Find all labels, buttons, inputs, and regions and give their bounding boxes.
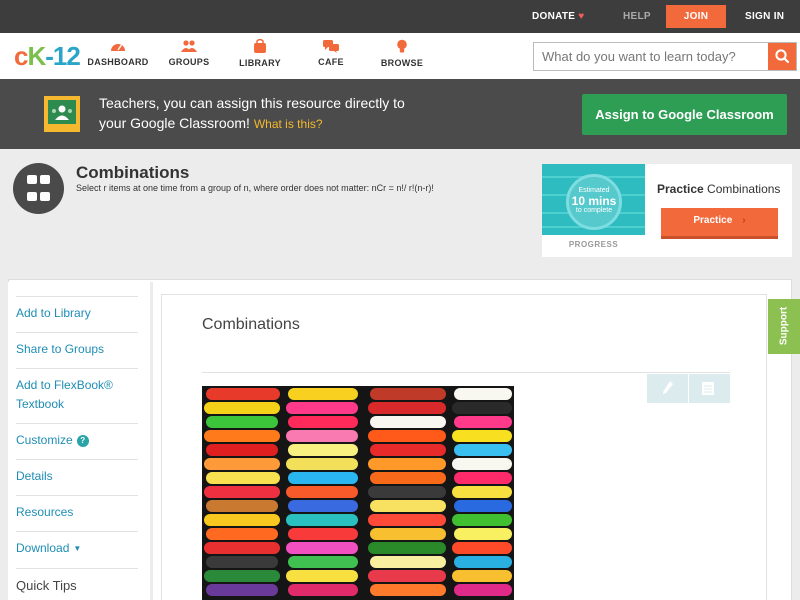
bangles-photo [202,386,514,600]
assign-to-google-classroom-button[interactable]: Assign to Google Classroom [582,94,787,135]
main-nav: cK-12 DASHBOARD GROUPS LIBRARY CAFE BROW… [0,33,800,79]
concept-description: Select r items at one time from a group … [76,183,434,193]
resources-link[interactable]: Resources [16,495,138,522]
people-icon [181,40,197,52]
page-title: Combinations [76,163,190,182]
nav-library[interactable]: LIBRARY [225,39,295,68]
customize-link[interactable]: Customize? [16,423,138,450]
bag-icon [254,39,266,53]
progress-label: PROGRESS [568,240,619,249]
join-button[interactable]: JOIN [666,5,726,28]
ck12-logo[interactable]: cK-12 [14,43,81,69]
lightbulb-icon [397,39,407,53]
content-tools [647,374,730,403]
search-button[interactable] [768,43,796,70]
chevron-right-icon: › [742,215,746,226]
donate-link[interactable]: DONATE ♥ [532,0,585,33]
details-link[interactable]: Details [16,459,138,486]
chat-icon [323,40,339,53]
pencil-icon[interactable] [661,380,675,401]
content-title: Combinations [202,316,300,333]
notes-icon[interactable] [701,381,715,401]
concept-icon [13,163,64,214]
search-input[interactable] [534,43,768,70]
heart-icon: ♥ [578,11,585,22]
search-icon [775,49,790,64]
google-classroom-icon [44,96,80,132]
quick-tips-heading: Quick Tips [16,568,138,595]
gauge-icon [111,44,125,51]
help-link[interactable]: HELP [623,0,651,33]
nav-dashboard[interactable]: DASHBOARD [83,39,153,67]
sidebar: Add to Library Share to Groups Add to Fl… [8,282,150,600]
download-link[interactable]: Download ▼ [16,531,138,558]
search-bar [533,42,797,71]
help-icon: ? [76,435,89,447]
nav-browse[interactable]: BROWSE [367,39,437,68]
add-to-library-link[interactable]: Add to Library [16,296,138,323]
nav-cafe[interactable]: CAFE [296,39,366,67]
google-classroom-banner: Teachers, you can assign this resource d… [0,79,800,149]
estimated-time-circle: Estimated 10 mins to complete [566,174,622,230]
caret-down-icon: ▼ [73,544,82,553]
top-bar: DONATE ♥ HELP JOIN SIGN IN [0,0,800,33]
share-to-groups-link[interactable]: Share to Groups [16,332,138,359]
sign-in-link[interactable]: SIGN IN [745,0,784,33]
banner-text: Teachers, you can assign this resource d… [99,95,405,131]
add-to-flexbook-link[interactable]: Add to FlexBook® Textbook [16,368,138,414]
practice-button[interactable]: Practice › [661,208,778,239]
what-is-this-link[interactable]: What is this? [254,117,323,131]
progress-badge: Estimated 10 mins to complete [542,164,645,235]
support-tab[interactable]: Support [768,299,800,354]
nav-groups[interactable]: GROUPS [154,39,224,67]
practice-label: Practice Combinations [657,182,781,196]
practice-card: Estimated 10 mins to complete PROGRESS P… [542,164,792,257]
